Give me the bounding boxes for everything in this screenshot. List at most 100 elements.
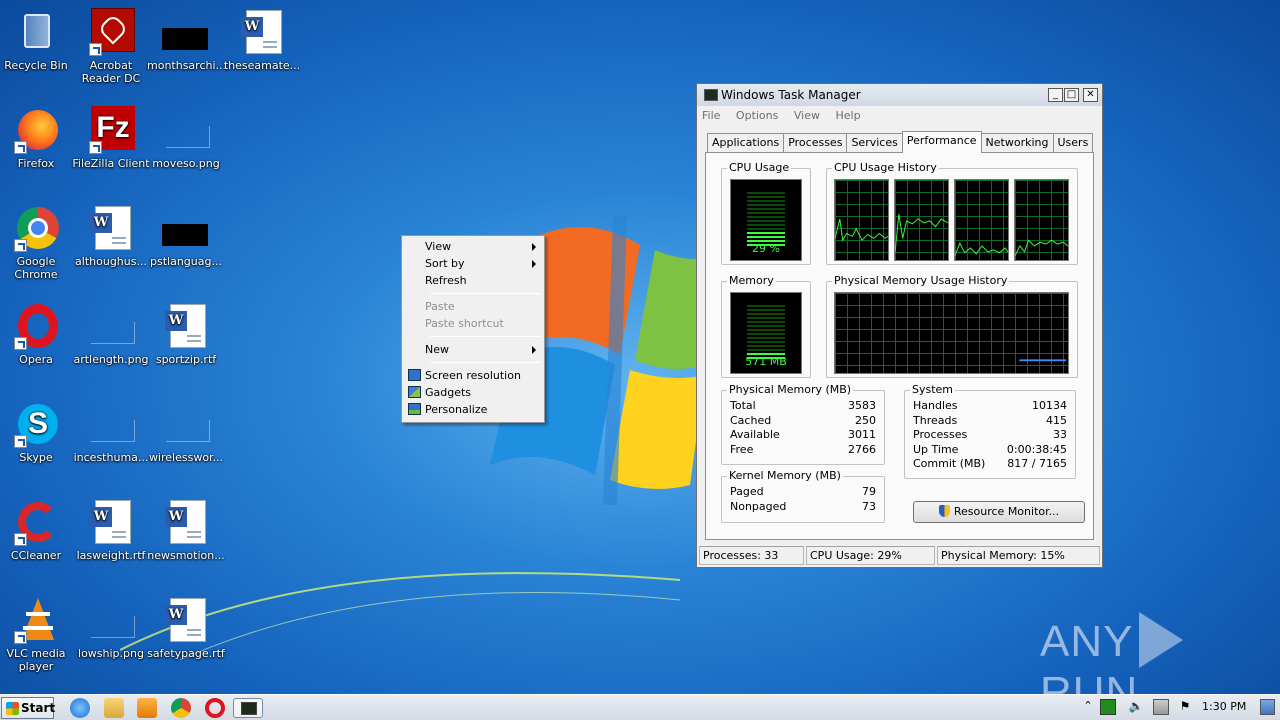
show-desktop-button[interactable] (1260, 699, 1275, 715)
desktop-icon-monthsarchi[interactable]: monthsarchi... (146, 8, 226, 72)
memory-group: Memory 571 MB (721, 274, 811, 378)
cpu-history-graph-3 (954, 179, 1009, 261)
performance-pane: CPU Usage 29 % CPU Usage History Memory … (705, 152, 1094, 540)
word-doc-icon: W (87, 498, 135, 546)
desktop-icon-filezilla[interactable]: Fz FileZilla Client (71, 106, 151, 170)
menu-separator (430, 293, 540, 294)
tab-services[interactable]: Services (846, 133, 903, 153)
ie-icon[interactable] (70, 698, 90, 718)
desktop-icon-wirelesswor[interactable]: wirelesswor... (146, 400, 226, 464)
desktop-icon-skype[interactable]: S Skype (0, 400, 76, 464)
close-button[interactable]: ✕ (1083, 88, 1098, 102)
maximize-button[interactable]: □ (1064, 88, 1079, 102)
stat-up-time: Up Time 0:00:38:45 (913, 443, 1067, 456)
vlc-icon (12, 596, 60, 644)
menu-bar: File Options View Help (697, 106, 1102, 126)
cpu-history-graph-1 (834, 179, 889, 261)
recycle-bin-icon (12, 8, 60, 56)
desktop-icon-artlength[interactable]: artlength.png (71, 302, 151, 366)
explorer-icon[interactable] (104, 698, 124, 718)
tab-strip: Applications Processes Services Performa… (707, 131, 1094, 153)
stat-cached: Cached 250 (730, 414, 876, 427)
desktop-icon-newsmotion[interactable]: W newsmotion... (146, 498, 226, 562)
menu-item-sort-by[interactable]: Sort by (404, 255, 542, 272)
desktop-icon-sportzip[interactable]: W sportzip.rtf (146, 302, 226, 366)
cpu-history-graph-4 (1014, 179, 1069, 261)
skype-icon: S (12, 400, 60, 448)
gadgets-icon (408, 386, 421, 398)
word-doc-icon: W (87, 204, 135, 252)
word-doc-icon: W (162, 498, 210, 546)
submenu-arrow-icon (532, 346, 536, 354)
title-bar[interactable]: Windows Task Manager _ □ ✕ (697, 84, 1102, 106)
monitor-icon (408, 369, 421, 381)
tab-users[interactable]: Users (1052, 133, 1094, 153)
taskbar: Start ⌃ 🔈 ⚑ 1:30 PM (0, 694, 1280, 720)
stat-nonpaged: Nonpaged 73 (730, 500, 876, 513)
resource-monitor-button[interactable]: Resource Monitor... (913, 501, 1085, 523)
desktop-icon-moveso[interactable]: moveso.png (146, 106, 226, 170)
physical-memory-stats: Physical Memory (MB) Total 3583 Cached 250… (721, 383, 885, 465)
menu-item-refresh[interactable]: Refresh (404, 272, 542, 289)
image-file-icon (162, 204, 210, 252)
menu-item-personalize[interactable]: Personalize (404, 401, 542, 418)
media-player-icon[interactable] (137, 698, 157, 718)
window-title: Windows Task Manager (721, 88, 861, 102)
memory-value: 571 MB (745, 355, 787, 368)
show-hidden-icons-icon[interactable]: ⌃ (1080, 699, 1096, 715)
volume-icon[interactable]: 🔈 (1128, 699, 1144, 715)
menu-item-screen-resolution[interactable]: Screen resolution (404, 367, 542, 384)
desktop-icon-safetypage[interactable]: W safetypage.rtf (146, 596, 226, 660)
desktop-icon-althoughus[interactable]: W althoughus... (71, 204, 151, 268)
stat-handles: Handles 10134 (913, 399, 1067, 412)
submenu-arrow-icon (532, 260, 536, 268)
opera-icon[interactable] (205, 698, 225, 718)
desktop-icon-lasweight[interactable]: W lasweight.rtf (71, 498, 151, 562)
menu-item-new[interactable]: New (404, 341, 542, 358)
menu-help[interactable]: Help (835, 106, 860, 126)
status-bar: Processes: 33 CPU Usage: 29% Physical Me… (699, 546, 1100, 566)
clock[interactable]: 1:30 PM (1202, 700, 1246, 713)
menu-options[interactable]: Options (736, 106, 778, 126)
image-file-icon (87, 400, 135, 448)
memory-meter: 571 MB (730, 292, 802, 374)
desktop-icon-ccleaner[interactable]: CCleaner (0, 498, 76, 562)
menu-item-gadgets[interactable]: Gadgets (404, 384, 542, 401)
image-file-icon (87, 596, 135, 644)
tab-networking[interactable]: Networking (980, 133, 1054, 153)
menu-item-view[interactable]: View (404, 238, 542, 255)
action-center-flag-icon[interactable]: ⚑ (1177, 699, 1193, 715)
acrobat-icon (87, 8, 135, 56)
desktop-icon-firefox[interactable]: Firefox (0, 106, 76, 170)
desktop-icon-pstlanguag[interactable]: pstlanguag... (146, 204, 226, 268)
minimize-button[interactable]: _ (1048, 88, 1063, 102)
desktop-icon-acrobat[interactable]: Acrobat Reader DC (71, 8, 151, 85)
stat-commit: Commit (MB) 817 / 7165 (913, 457, 1067, 470)
word-doc-icon: W (162, 302, 210, 350)
chrome-icon[interactable] (171, 698, 191, 718)
desktop-icon-theseamate[interactable]: W theseamate... (222, 8, 302, 72)
word-doc-icon: W (162, 596, 210, 644)
ccleaner-icon (12, 498, 60, 546)
desktop-icon-chrome[interactable]: Google Chrome (0, 204, 76, 281)
desktop-icon-lowship[interactable]: lowship.png (71, 596, 151, 660)
kernel-memory-stats: Kernel Memory (MB) Paged 79 Nonpaged 73 (721, 469, 885, 523)
image-file-icon (162, 106, 210, 154)
menu-view[interactable]: View (794, 106, 820, 126)
windows-flag-icon (6, 702, 19, 715)
task-manager-tray-icon[interactable] (1100, 699, 1116, 715)
desktop-icon-opera[interactable]: Opera (0, 302, 76, 366)
tab-processes[interactable]: Processes (783, 133, 848, 153)
start-button[interactable]: Start (1, 697, 55, 719)
system-stats: System Handles 10134 Threads 415 Processes… (904, 383, 1076, 479)
desktop-icon-recycle-bin[interactable]: Recycle Bin (0, 8, 76, 72)
tab-performance[interactable]: Performance (901, 131, 982, 153)
menu-file[interactable]: File (702, 106, 720, 126)
stat-paged: Paged 79 (730, 485, 876, 498)
desktop-icon-vlc[interactable]: VLC media player (0, 596, 76, 673)
tab-applications[interactable]: Applications (707, 133, 785, 153)
desktop-icon-incesthuma[interactable]: incesthuma... (71, 400, 151, 464)
firefox-icon (12, 106, 60, 154)
task-manager-icon[interactable] (233, 698, 263, 718)
network-icon[interactable] (1153, 699, 1169, 715)
